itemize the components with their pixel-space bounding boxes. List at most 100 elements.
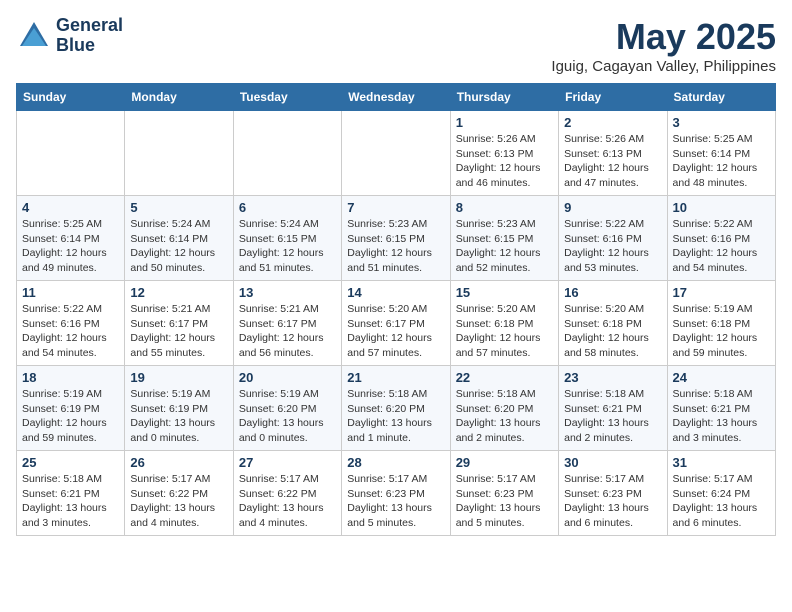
day-info: Sunrise: 5:26 AM Sunset: 6:13 PM Dayligh… — [456, 132, 553, 191]
day-info: Sunrise: 5:24 AM Sunset: 6:15 PM Dayligh… — [239, 217, 336, 276]
calendar-cell: 6 Sunrise: 5:24 AM Sunset: 6:15 PM Daylig… — [233, 196, 341, 281]
day-number: 29 — [456, 455, 553, 470]
calendar-cell — [342, 111, 450, 196]
day-info: Sunrise: 5:17 AM Sunset: 6:22 PM Dayligh… — [130, 472, 227, 531]
day-number: 19 — [130, 370, 227, 385]
day-info: Sunrise: 5:17 AM Sunset: 6:23 PM Dayligh… — [564, 472, 661, 531]
day-number: 20 — [239, 370, 336, 385]
day-number: 15 — [456, 285, 553, 300]
title-area: May 2025 Iguig, Cagayan Valley, Philippi… — [551, 16, 776, 75]
calendar-cell: 13 Sunrise: 5:21 AM Sunset: 6:17 PM Dayli… — [233, 281, 341, 366]
calendar-cell: 21 Sunrise: 5:18 AM Sunset: 6:20 PM Dayli… — [342, 366, 450, 451]
day-number: 1 — [456, 115, 553, 130]
week-row-3: 11 Sunrise: 5:22 AM Sunset: 6:16 PM Dayli… — [17, 281, 776, 366]
calendar-cell: 22 Sunrise: 5:18 AM Sunset: 6:20 PM Dayli… — [450, 366, 558, 451]
day-info: Sunrise: 5:17 AM Sunset: 6:24 PM Dayligh… — [673, 472, 770, 531]
page-header: General Blue May 2025 Iguig, Cagayan Val… — [16, 16, 776, 75]
calendar-cell: 7 Sunrise: 5:23 AM Sunset: 6:15 PM Daylig… — [342, 196, 450, 281]
month-title: May 2025 — [551, 16, 776, 58]
day-number: 28 — [347, 455, 444, 470]
day-number: 25 — [22, 455, 119, 470]
calendar-cell: 4Sunrise: 5:25 AM Sunset: 6:14 PM Daylig… — [17, 196, 125, 281]
weekday-header-friday: Friday — [559, 84, 667, 111]
day-number: 17 — [673, 285, 770, 300]
day-number: 10 — [673, 200, 770, 215]
day-number: 7 — [347, 200, 444, 215]
day-number: 3 — [673, 115, 770, 130]
day-number: 16 — [564, 285, 661, 300]
calendar-cell: 28 Sunrise: 5:17 AM Sunset: 6:23 PM Dayli… — [342, 451, 450, 536]
day-info: Sunrise: 5:21 AM Sunset: 6:17 PM Dayligh… — [130, 302, 227, 361]
day-info: Sunrise: 5:26 AM Sunset: 6:13 PM Dayligh… — [564, 132, 661, 191]
weekday-header-saturday: Saturday — [667, 84, 775, 111]
calendar-cell: 1 Sunrise: 5:26 AM Sunset: 6:13 PM Daylig… — [450, 111, 558, 196]
week-row-1: 1 Sunrise: 5:26 AM Sunset: 6:13 PM Daylig… — [17, 111, 776, 196]
day-number: 14 — [347, 285, 444, 300]
calendar-cell: 24 Sunrise: 5:18 AM Sunset: 6:21 PM Dayli… — [667, 366, 775, 451]
calendar-cell: 20 Sunrise: 5:19 AM Sunset: 6:20 PM Dayli… — [233, 366, 341, 451]
day-info: Sunrise: 5:25 AM Sunset: 6:14 PM Dayligh… — [673, 132, 770, 191]
calendar-cell: 17 Sunrise: 5:19 AM Sunset: 6:18 PM Dayli… — [667, 281, 775, 366]
calendar-cell — [125, 111, 233, 196]
calendar-cell: 30Sunrise: 5:17 AM Sunset: 6:23 PM Dayli… — [559, 451, 667, 536]
calendar-cell: 27Sunrise: 5:17 AM Sunset: 6:22 PM Dayli… — [233, 451, 341, 536]
calendar-cell: 31 Sunrise: 5:17 AM Sunset: 6:24 PM Dayli… — [667, 451, 775, 536]
calendar-cell: 29 Sunrise: 5:17 AM Sunset: 6:23 PM Dayli… — [450, 451, 558, 536]
calendar-cell: 16 Sunrise: 5:20 AM Sunset: 6:18 PM Dayli… — [559, 281, 667, 366]
calendar-cell: 14 Sunrise: 5:20 AM Sunset: 6:17 PM Dayli… — [342, 281, 450, 366]
calendar-cell: 11 Sunrise: 5:22 AM Sunset: 6:16 PM Dayli… — [17, 281, 125, 366]
day-info: Sunrise: 5:19 AM Sunset: 6:18 PM Dayligh… — [673, 302, 770, 361]
day-info: Sunrise: 5:19 AM Sunset: 6:19 PM Dayligh… — [130, 387, 227, 446]
day-info: Sunrise: 5:18 AM Sunset: 6:21 PM Dayligh… — [673, 387, 770, 446]
day-info: Sunrise: 5:18 AM Sunset: 6:20 PM Dayligh… — [347, 387, 444, 446]
day-number: 2 — [564, 115, 661, 130]
calendar-cell: 10 Sunrise: 5:22 AM Sunset: 6:16 PM Dayli… — [667, 196, 775, 281]
day-info: Sunrise: 5:20 AM Sunset: 6:18 PM Dayligh… — [564, 302, 661, 361]
day-number: 22 — [456, 370, 553, 385]
week-row-5: 25 Sunrise: 5:18 AM Sunset: 6:21 PM Dayli… — [17, 451, 776, 536]
calendar-cell: 23Sunrise: 5:18 AM Sunset: 6:21 PM Dayli… — [559, 366, 667, 451]
weekday-header-tuesday: Tuesday — [233, 84, 341, 111]
weekday-header-monday: Monday — [125, 84, 233, 111]
day-info: Sunrise: 5:22 AM Sunset: 6:16 PM Dayligh… — [564, 217, 661, 276]
day-info: Sunrise: 5:18 AM Sunset: 6:21 PM Dayligh… — [22, 472, 119, 531]
day-number: 18 — [22, 370, 119, 385]
week-row-2: 4Sunrise: 5:25 AM Sunset: 6:14 PM Daylig… — [17, 196, 776, 281]
calendar-cell: 19 Sunrise: 5:19 AM Sunset: 6:19 PM Dayli… — [125, 366, 233, 451]
week-row-4: 18 Sunrise: 5:19 AM Sunset: 6:19 PM Dayli… — [17, 366, 776, 451]
weekday-header-thursday: Thursday — [450, 84, 558, 111]
calendar-cell: 25 Sunrise: 5:18 AM Sunset: 6:21 PM Dayli… — [17, 451, 125, 536]
day-info: Sunrise: 5:20 AM Sunset: 6:17 PM Dayligh… — [347, 302, 444, 361]
day-number: 27 — [239, 455, 336, 470]
day-info: Sunrise: 5:20 AM Sunset: 6:18 PM Dayligh… — [456, 302, 553, 361]
day-number: 31 — [673, 455, 770, 470]
day-info: Sunrise: 5:23 AM Sunset: 6:15 PM Dayligh… — [347, 217, 444, 276]
calendar-table: SundayMondayTuesdayWednesdayThursdayFrid… — [16, 83, 776, 536]
day-number: 6 — [239, 200, 336, 215]
logo-icon — [16, 18, 52, 54]
day-info: Sunrise: 5:17 AM Sunset: 6:23 PM Dayligh… — [347, 472, 444, 531]
calendar-cell — [17, 111, 125, 196]
calendar-cell: 18 Sunrise: 5:19 AM Sunset: 6:19 PM Dayli… — [17, 366, 125, 451]
calendar-cell: 5Sunrise: 5:24 AM Sunset: 6:14 PM Daylig… — [125, 196, 233, 281]
location-title: Iguig, Cagayan Valley, Philippines — [551, 58, 776, 75]
day-info: Sunrise: 5:21 AM Sunset: 6:17 PM Dayligh… — [239, 302, 336, 361]
day-number: 13 — [239, 285, 336, 300]
calendar-cell: 12Sunrise: 5:21 AM Sunset: 6:17 PM Dayli… — [125, 281, 233, 366]
day-info: Sunrise: 5:19 AM Sunset: 6:19 PM Dayligh… — [22, 387, 119, 446]
calendar-cell: 15 Sunrise: 5:20 AM Sunset: 6:18 PM Dayli… — [450, 281, 558, 366]
calendar-cell: 26Sunrise: 5:17 AM Sunset: 6:22 PM Dayli… — [125, 451, 233, 536]
day-info: Sunrise: 5:22 AM Sunset: 6:16 PM Dayligh… — [673, 217, 770, 276]
calendar-cell: 3 Sunrise: 5:25 AM Sunset: 6:14 PM Daylig… — [667, 111, 775, 196]
day-number: 24 — [673, 370, 770, 385]
weekday-header-sunday: Sunday — [17, 84, 125, 111]
weekday-header-row: SundayMondayTuesdayWednesdayThursdayFrid… — [17, 84, 776, 111]
day-info: Sunrise: 5:18 AM Sunset: 6:20 PM Dayligh… — [456, 387, 553, 446]
day-info: Sunrise: 5:19 AM Sunset: 6:20 PM Dayligh… — [239, 387, 336, 446]
day-number: 11 — [22, 285, 119, 300]
day-info: Sunrise: 5:17 AM Sunset: 6:23 PM Dayligh… — [456, 472, 553, 531]
day-number: 21 — [347, 370, 444, 385]
day-number: 23 — [564, 370, 661, 385]
logo: General Blue — [16, 16, 123, 56]
day-info: Sunrise: 5:22 AM Sunset: 6:16 PM Dayligh… — [22, 302, 119, 361]
